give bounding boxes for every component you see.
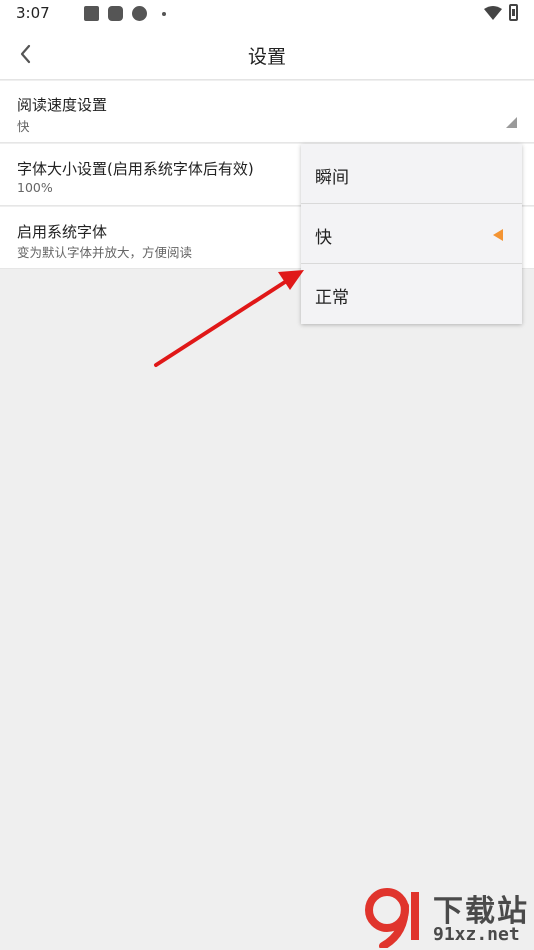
status-time: 3:07 [16,4,50,22]
setting-value: 变为默认字体并放大，方便阅读 [17,245,193,260]
option-label: 正常 [315,288,349,308]
option-label: 瞬间 [315,168,349,188]
option-instant[interactable]: 瞬间 [301,144,522,204]
setting-value: 100% [17,180,53,195]
setting-value: 快 [17,119,30,134]
app-bar: 设置 [0,28,534,80]
setting-reading-speed[interactable]: 阅读速度设置 快 [0,81,534,143]
watermark-url: 91xz.net [433,924,520,945]
notification-icon [108,6,123,21]
watermark: 下载站 91xz.net [365,884,534,950]
page-title: 设置 [247,46,286,68]
more-notifications-dot [162,12,166,16]
setting-title: 字体大小设置(启用系统字体后有效) [17,160,254,178]
setting-title: 阅读速度设置 [17,96,108,114]
speed-options-popup: 瞬间 快 正常 [301,144,522,324]
option-fast[interactable]: 快 [301,204,522,264]
selected-marker-icon [493,229,503,241]
option-label: 快 [315,228,332,248]
dropdown-triangle-icon [506,117,517,128]
wifi-icon [484,6,502,20]
battery-icon [509,4,518,21]
notification-icon [132,6,147,21]
status-bar: 3:07 [0,0,534,28]
notification-icon [84,6,99,21]
option-normal[interactable]: 正常 [301,264,522,324]
watermark-logo-icon [365,888,419,948]
setting-title: 启用系统字体 [17,223,108,241]
